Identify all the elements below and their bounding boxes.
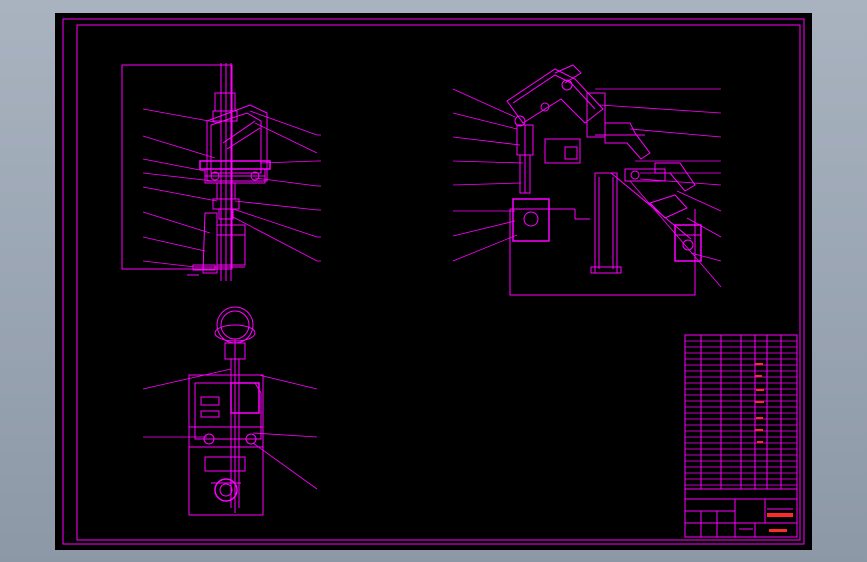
top-view <box>142 306 318 516</box>
front-view <box>121 63 321 281</box>
parts-list-material-marks <box>755 363 764 443</box>
drawing-canvas <box>62 18 805 545</box>
side-view <box>452 64 722 296</box>
parts-list-table <box>684 334 798 500</box>
inner-frame <box>76 24 801 541</box>
title-block <box>684 498 798 538</box>
outer-frame <box>62 18 805 545</box>
cad-drawing-sheet <box>55 13 812 550</box>
